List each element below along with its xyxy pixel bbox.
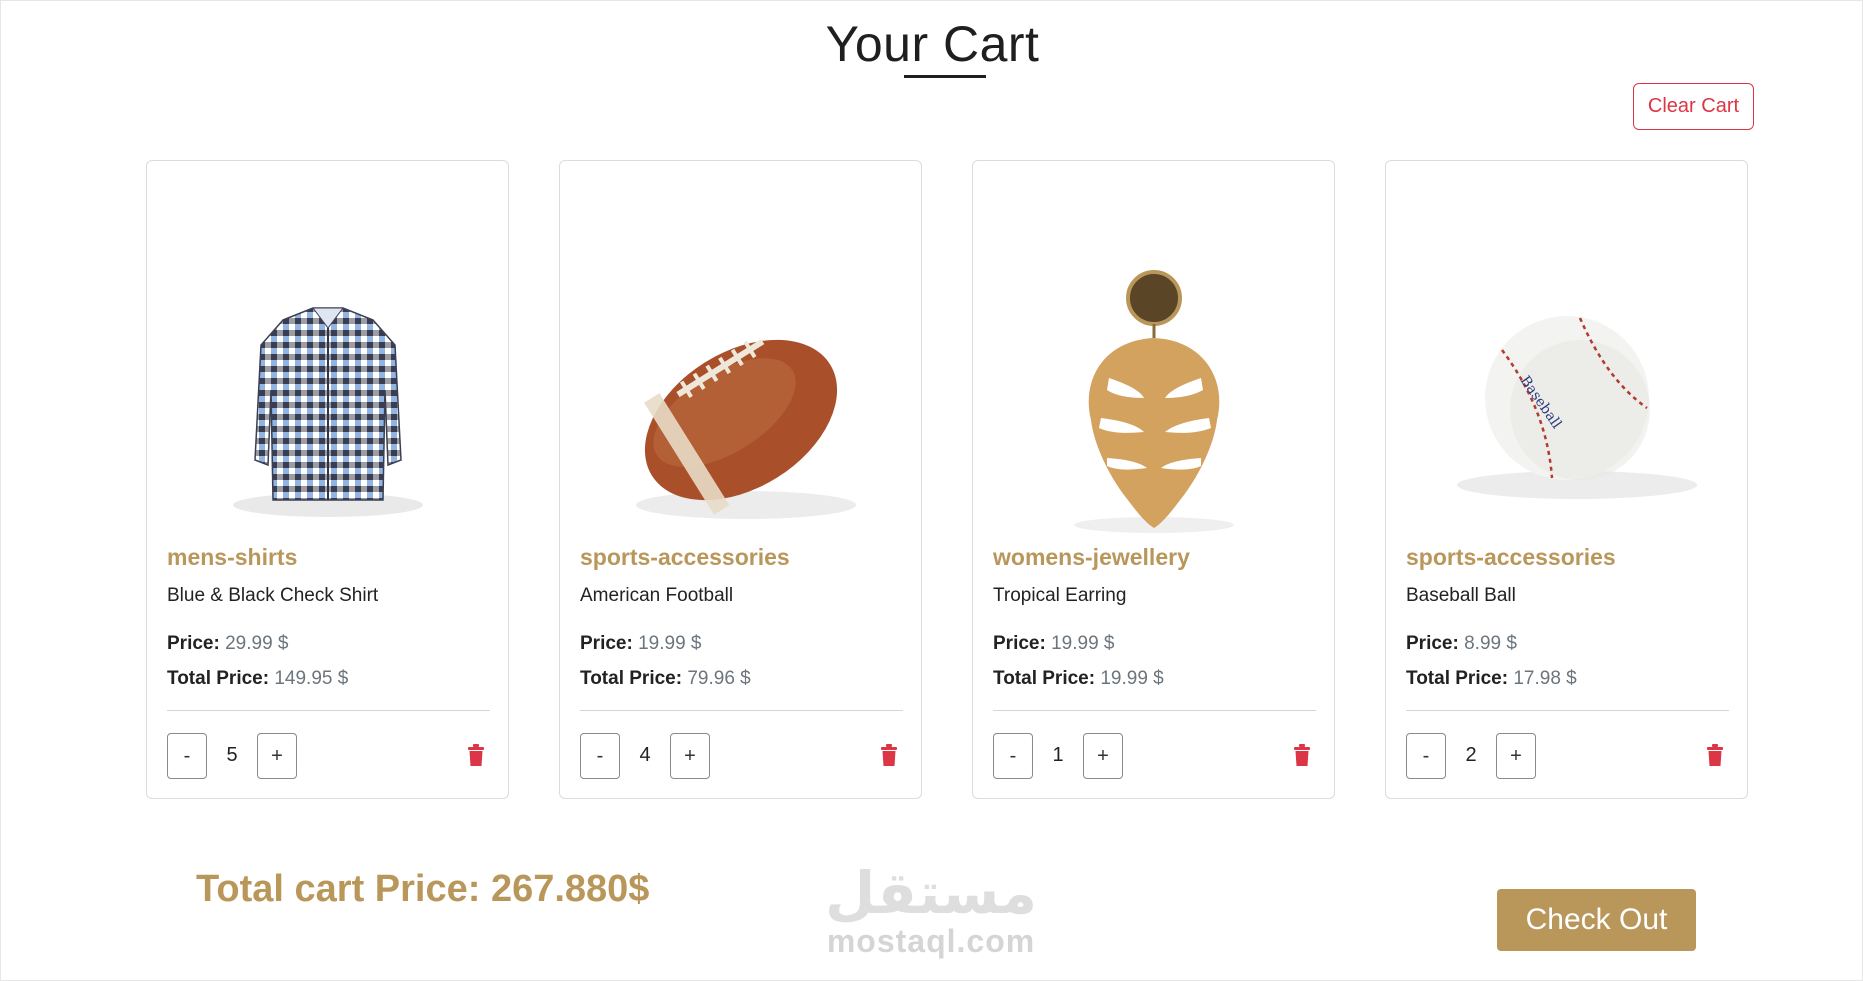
decrease-quantity-button[interactable]: -	[167, 733, 207, 779]
quantity-value: 2	[1465, 744, 1477, 766]
divider	[167, 710, 490, 711]
trash-icon[interactable]	[1293, 744, 1311, 766]
clear-cart-button[interactable]: Clear Cart	[1633, 83, 1754, 130]
total-price-value: 17.98 $	[1513, 668, 1577, 689]
cart-item-card: sports-accessories American Football Pri…	[559, 160, 922, 799]
price-value: 29.99 $	[225, 633, 289, 654]
watermark-text: mostaql.com	[826, 923, 1036, 959]
price-value: 19.99 $	[1051, 633, 1115, 654]
divider	[580, 710, 903, 711]
increase-quantity-button[interactable]: +	[1496, 733, 1536, 779]
item-price: Price: 8.99 $	[1406, 633, 1517, 655]
cart-items: mens-shirts Blue & Black Check Shirt Pri…	[146, 160, 1748, 799]
item-price: Price: 19.99 $	[993, 633, 1115, 655]
item-name: Baseball Ball	[1406, 585, 1516, 606]
divider	[993, 710, 1316, 711]
checkout-button[interactable]: Check Out	[1497, 889, 1696, 951]
price-label: Price:	[167, 633, 220, 654]
item-total-price: Total Price: 79.96 $	[580, 668, 751, 690]
item-category: sports-accessories	[1406, 544, 1616, 570]
trash-icon[interactable]	[880, 744, 898, 766]
total-price-label: Total Price:	[167, 668, 270, 689]
item-name: Tropical Earring	[993, 585, 1127, 606]
price-value: 8.99 $	[1464, 633, 1517, 654]
price-label: Price:	[580, 633, 633, 654]
cart-item-card: Baseball sports-accessories Baseball Bal…	[1385, 160, 1748, 799]
trash-icon[interactable]	[467, 744, 485, 766]
page-title: Your Cart	[825, 16, 1040, 72]
item-name: Blue & Black Check Shirt	[167, 585, 379, 606]
price-label: Price:	[1406, 633, 1459, 654]
trash-icon[interactable]	[1706, 744, 1724, 766]
watermark-logo: مستقل	[824, 859, 1038, 927]
increase-quantity-button[interactable]: +	[257, 733, 297, 779]
decrease-quantity-button[interactable]: -	[993, 733, 1033, 779]
cart-item-card: womens-jewellery Tropical Earring Price:…	[972, 160, 1335, 799]
quantity-value: 4	[639, 744, 651, 766]
price-label: Price:	[993, 633, 1046, 654]
total-price-value: 79.96 $	[687, 668, 751, 689]
divider	[1406, 710, 1729, 711]
decrease-quantity-button[interactable]: -	[580, 733, 620, 779]
item-category: womens-jewellery	[993, 544, 1190, 570]
item-total-price: Total Price: 17.98 $	[1406, 668, 1577, 690]
total-price-label: Total Price:	[1406, 668, 1509, 689]
item-category: sports-accessories	[580, 544, 790, 570]
item-name: American Football	[580, 585, 734, 606]
total-price-value: 149.95 $	[274, 668, 349, 689]
total-price-value: 19.99 $	[1100, 668, 1164, 689]
item-total-price: Total Price: 149.95 $	[167, 668, 348, 690]
quantity-value: 5	[226, 744, 238, 766]
price-value: 19.99 $	[638, 633, 702, 654]
item-price: Price: 19.99 $	[580, 633, 702, 655]
cart-page: Your Cart Clear Cart mens-shirts Blue & …	[0, 0, 1863, 981]
cart-item-card: mens-shirts Blue & Black Check Shirt Pri…	[146, 160, 509, 799]
increase-quantity-button[interactable]: +	[670, 733, 710, 779]
item-price: Price: 29.99 $	[167, 633, 289, 655]
item-category: mens-shirts	[167, 544, 298, 570]
cart-total-price: Total cart Price: 267.880$	[196, 868, 650, 910]
item-total-price: Total Price: 19.99 $	[993, 668, 1164, 690]
total-price-label: Total Price:	[580, 668, 683, 689]
quantity-value: 1	[1052, 744, 1064, 766]
title-underline	[904, 75, 986, 78]
decrease-quantity-button[interactable]: -	[1406, 733, 1446, 779]
increase-quantity-button[interactable]: +	[1083, 733, 1123, 779]
total-price-label: Total Price:	[993, 668, 1096, 689]
